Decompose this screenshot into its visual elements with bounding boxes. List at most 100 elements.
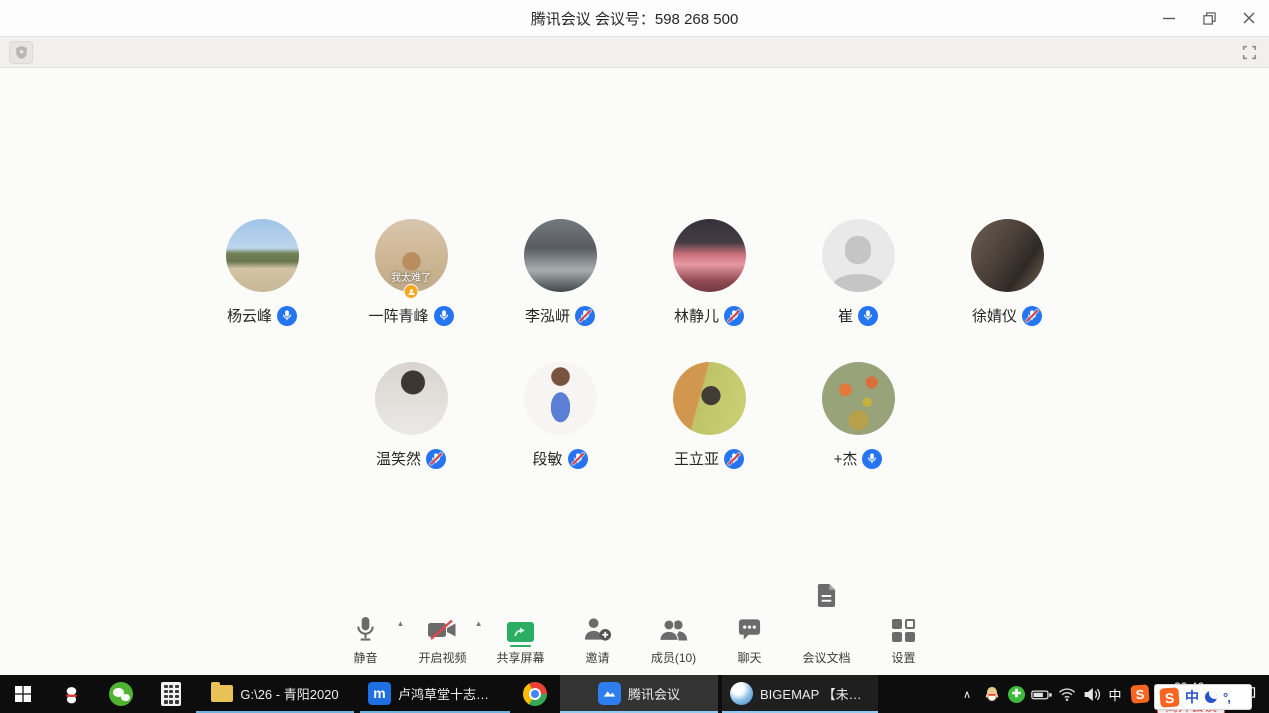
start-video-button[interactable]: ▲ 开启视频 bbox=[418, 615, 466, 666]
tray-ime-language-indicator[interactable]: 中 bbox=[1104, 675, 1126, 713]
participant-name-row: 段敏 bbox=[532, 448, 587, 469]
ime-language-toggle[interactable]: 中 bbox=[1185, 687, 1199, 707]
avatar-image bbox=[375, 362, 448, 435]
participant-avatar bbox=[226, 219, 299, 292]
participant-name: 温笑然 bbox=[376, 448, 421, 469]
sub-toolbar bbox=[0, 36, 1269, 68]
participant-tile[interactable]: +杰 bbox=[784, 362, 933, 469]
taskbar-tencent-meeting-window[interactable]: 腾讯会议 bbox=[560, 675, 718, 713]
fullscreen-button[interactable] bbox=[1238, 41, 1260, 63]
tray-wifi-icon[interactable] bbox=[1054, 675, 1079, 713]
meeting-docs-button[interactable]: 会议文档 bbox=[803, 581, 851, 666]
participant-tile[interactable]: 温笑然 bbox=[337, 362, 486, 469]
mic-options-arrow-icon[interactable]: ▲ bbox=[397, 619, 405, 628]
mic-status-icon bbox=[724, 306, 744, 326]
mute-label: 静音 bbox=[353, 649, 377, 666]
participant-tile[interactable]: 我太难了 一阵青峰 bbox=[337, 219, 486, 326]
participant-name-row: +杰 bbox=[834, 448, 883, 469]
meeting-docs-label: 会议文档 bbox=[803, 649, 851, 666]
participant-name-row: 崔 bbox=[838, 305, 878, 326]
folder-icon bbox=[211, 685, 233, 702]
restore-button[interactable] bbox=[1189, 0, 1229, 36]
wechat-icon bbox=[109, 682, 133, 706]
participant-name-row: 杨云峰 bbox=[227, 305, 297, 326]
start-video-label: 开启视频 bbox=[418, 649, 466, 666]
participant-tile[interactable]: 段敏 bbox=[486, 362, 635, 469]
ime-punctuation-toggle[interactable]: °, bbox=[1223, 690, 1230, 705]
taskbar-chrome-button[interactable] bbox=[510, 675, 560, 713]
participant-avatar bbox=[673, 362, 746, 435]
participant-avatar bbox=[822, 219, 895, 292]
ime-fullwidth-moon-icon[interactable] bbox=[1205, 691, 1217, 703]
windows-taskbar: G:\26 - 青阳2020 m 卢鸿草堂十志图跋_... 腾讯会议 BIGEM… bbox=[0, 675, 1269, 713]
chat-bubble-icon bbox=[737, 615, 762, 642]
avatar-image bbox=[971, 219, 1044, 292]
chat-label: 聊天 bbox=[737, 649, 761, 666]
participant-name-row: 徐婧仪 bbox=[972, 305, 1042, 326]
tencent-meeting-window: 腾讯会议 会议号：598 268 500 bbox=[0, 0, 1269, 713]
tray-power-icon[interactable] bbox=[1029, 675, 1054, 713]
title-bar: 腾讯会议 会议号：598 268 500 bbox=[0, 0, 1269, 36]
avatar-image bbox=[822, 362, 895, 435]
share-screen-button[interactable]: 共享屏幕 bbox=[496, 615, 544, 666]
bigemap-globe-icon bbox=[730, 682, 753, 705]
taskbar-qq-button[interactable] bbox=[46, 675, 96, 713]
members-label: 成员(10) bbox=[651, 649, 696, 666]
mic-status-icon bbox=[426, 449, 446, 469]
participant-name: 林静儿 bbox=[674, 305, 719, 326]
video-options-arrow-icon[interactable]: ▲ bbox=[475, 619, 483, 628]
taskbar-bigemap-window[interactable]: BIGEMAP 【未获... bbox=[722, 675, 878, 713]
taskbar-calculator-button[interactable] bbox=[146, 675, 196, 713]
camera-off-icon bbox=[427, 615, 457, 642]
avatar-image bbox=[226, 219, 299, 292]
participant-tile[interactable]: 王立亚 bbox=[635, 362, 784, 469]
sogou-logo-icon[interactable]: S bbox=[1159, 687, 1179, 707]
start-button[interactable] bbox=[0, 675, 46, 713]
browser-window-label: 卢鸿草堂十志图跋_... bbox=[398, 684, 502, 703]
bigemap-window-label: BIGEMAP 【未获... bbox=[760, 684, 870, 703]
participant-tile[interactable]: 徐婧仪 bbox=[933, 219, 1082, 326]
mic-status-icon bbox=[724, 449, 744, 469]
avatar-image bbox=[673, 219, 746, 292]
participant-name: 徐婧仪 bbox=[972, 305, 1017, 326]
taskbar-explorer-window[interactable]: G:\26 - 青阳2020 bbox=[196, 675, 354, 713]
security-shield-button[interactable] bbox=[9, 41, 33, 64]
settings-button[interactable]: 设置 bbox=[881, 615, 927, 666]
participant-tile[interactable]: 杨云峰 bbox=[188, 219, 337, 326]
invite-label: 邀请 bbox=[585, 649, 609, 666]
meeting-toolbar: ▲ 静音 ▲ 开启视频 共享屏幕 bbox=[0, 581, 1269, 666]
tray-sogou-icon[interactable]: S bbox=[1126, 675, 1153, 713]
ime-toolbar[interactable]: S 中 °, bbox=[1154, 684, 1252, 710]
minimize-button[interactable] bbox=[1149, 0, 1189, 36]
close-button[interactable] bbox=[1229, 0, 1269, 36]
invite-button[interactable]: 邀请 bbox=[575, 615, 621, 666]
taskbar-browser-window[interactable]: m 卢鸿草堂十志图跋_... bbox=[360, 675, 510, 713]
mute-button[interactable]: ▲ 静音 bbox=[342, 615, 388, 666]
participant-tile[interactable]: 崔 bbox=[784, 219, 933, 326]
window-controls bbox=[1149, 0, 1269, 36]
mic-status-icon bbox=[568, 449, 588, 469]
mic-status-icon bbox=[277, 306, 297, 326]
avatar-image bbox=[673, 362, 746, 435]
tray-qq-icon[interactable] bbox=[979, 675, 1004, 713]
tencent-meeting-window-label: 腾讯会议 bbox=[628, 684, 680, 703]
members-icon bbox=[658, 615, 689, 642]
tray-expand-icon[interactable]: ∧ bbox=[955, 675, 979, 713]
participant-avatar bbox=[375, 362, 448, 435]
participant-tile[interactable]: 李泓岍 bbox=[486, 219, 635, 326]
shield-plus-icon bbox=[15, 45, 28, 60]
chat-button[interactable]: 聊天 bbox=[727, 615, 773, 666]
share-screen-icon bbox=[507, 615, 534, 642]
document-icon bbox=[816, 581, 837, 608]
participant-avatar: 我太难了 bbox=[375, 219, 448, 292]
mic-status-icon bbox=[434, 306, 454, 326]
participant-row-1: 杨云峰 我太难了 一阵青峰 bbox=[0, 219, 1269, 326]
taskbar-wechat-button[interactable] bbox=[96, 675, 146, 713]
participant-name: 李泓岍 bbox=[525, 305, 570, 326]
participant-name-row: 林静儿 bbox=[674, 305, 744, 326]
tray-antivirus-icon[interactable]: ✚ bbox=[1004, 675, 1029, 713]
avatar-image bbox=[822, 219, 895, 292]
tray-volume-icon[interactable] bbox=[1079, 675, 1104, 713]
participant-tile[interactable]: 林静儿 bbox=[635, 219, 784, 326]
members-button[interactable]: 成员(10) bbox=[651, 615, 697, 666]
